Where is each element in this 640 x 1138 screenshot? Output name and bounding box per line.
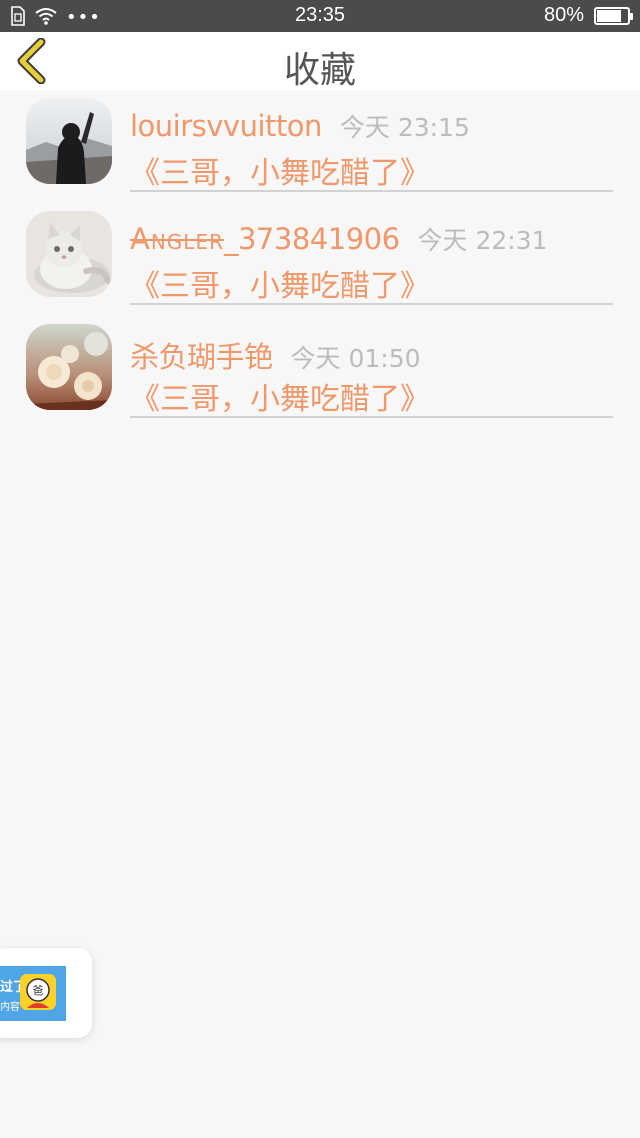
status-bar: ••• 23:35 80% [0, 0, 640, 32]
book-title[interactable]: 《三哥，小舞吃醋了》 [130, 374, 430, 418]
battery-icon [594, 6, 633, 25]
status-right: 80% [543, 4, 633, 27]
timestamp: 今天 23:15 [339, 113, 470, 142]
divider [130, 416, 613, 418]
username-suffix: _373841906 [223, 222, 400, 256]
svg-text:爸: 爸 [33, 984, 44, 997]
book-title[interactable]: 《三哥，小舞吃醋了》 [130, 148, 430, 192]
username-strikethrough: Angler [130, 222, 224, 256]
favorite-item[interactable]: Angler_373841906 今天 22:31 《三哥，小舞吃醋了》 [0, 203, 640, 316]
cat-avatar[interactable] [26, 211, 112, 297]
timestamp: 今天 22:31 [417, 226, 548, 255]
username[interactable]: Angler_373841906 [130, 222, 400, 256]
favorite-item[interactable]: 杀负瑚手铯 今天 01:50 《三哥，小舞吃醋了》 [0, 316, 640, 429]
flowers-avatar[interactable] [26, 324, 112, 410]
favorites-list: louirsvvuitton 今天 23:15 《三哥，小舞吃醋了》 Angle… [0, 90, 640, 429]
divider [130, 190, 613, 192]
battery-percent: 80% [543, 4, 584, 26]
book-title[interactable]: 《三哥，小舞吃醋了》 [130, 261, 430, 305]
username[interactable]: louirsvvuitton [130, 109, 322, 143]
divider [130, 303, 613, 305]
page-title: 收藏 [283, 50, 356, 91]
nav-bar: 收藏 [0, 32, 640, 91]
girl-landscape-avatar[interactable] [26, 98, 112, 184]
floating-ad-banner[interactable]: 过了 内容 爸 [0, 966, 66, 1021]
floating-ad-card[interactable]: 过了 内容 爸 [0, 948, 92, 1038]
favorite-item[interactable]: louirsvvuitton 今天 23:15 《三哥，小舞吃醋了》 [0, 90, 640, 203]
username[interactable]: 杀负瑚手铯 [130, 334, 273, 376]
mascot-icon: 爸 [20, 974, 56, 1010]
item-header: 杀负瑚手铯 今天 01:50 [130, 334, 421, 376]
item-header: Angler_373841906 今天 22:31 [130, 221, 548, 257]
item-header: louirsvvuitton 今天 23:15 [130, 108, 470, 144]
ad-text-2: 内容 [0, 1002, 20, 1013]
timestamp: 今天 01:50 [290, 344, 421, 373]
